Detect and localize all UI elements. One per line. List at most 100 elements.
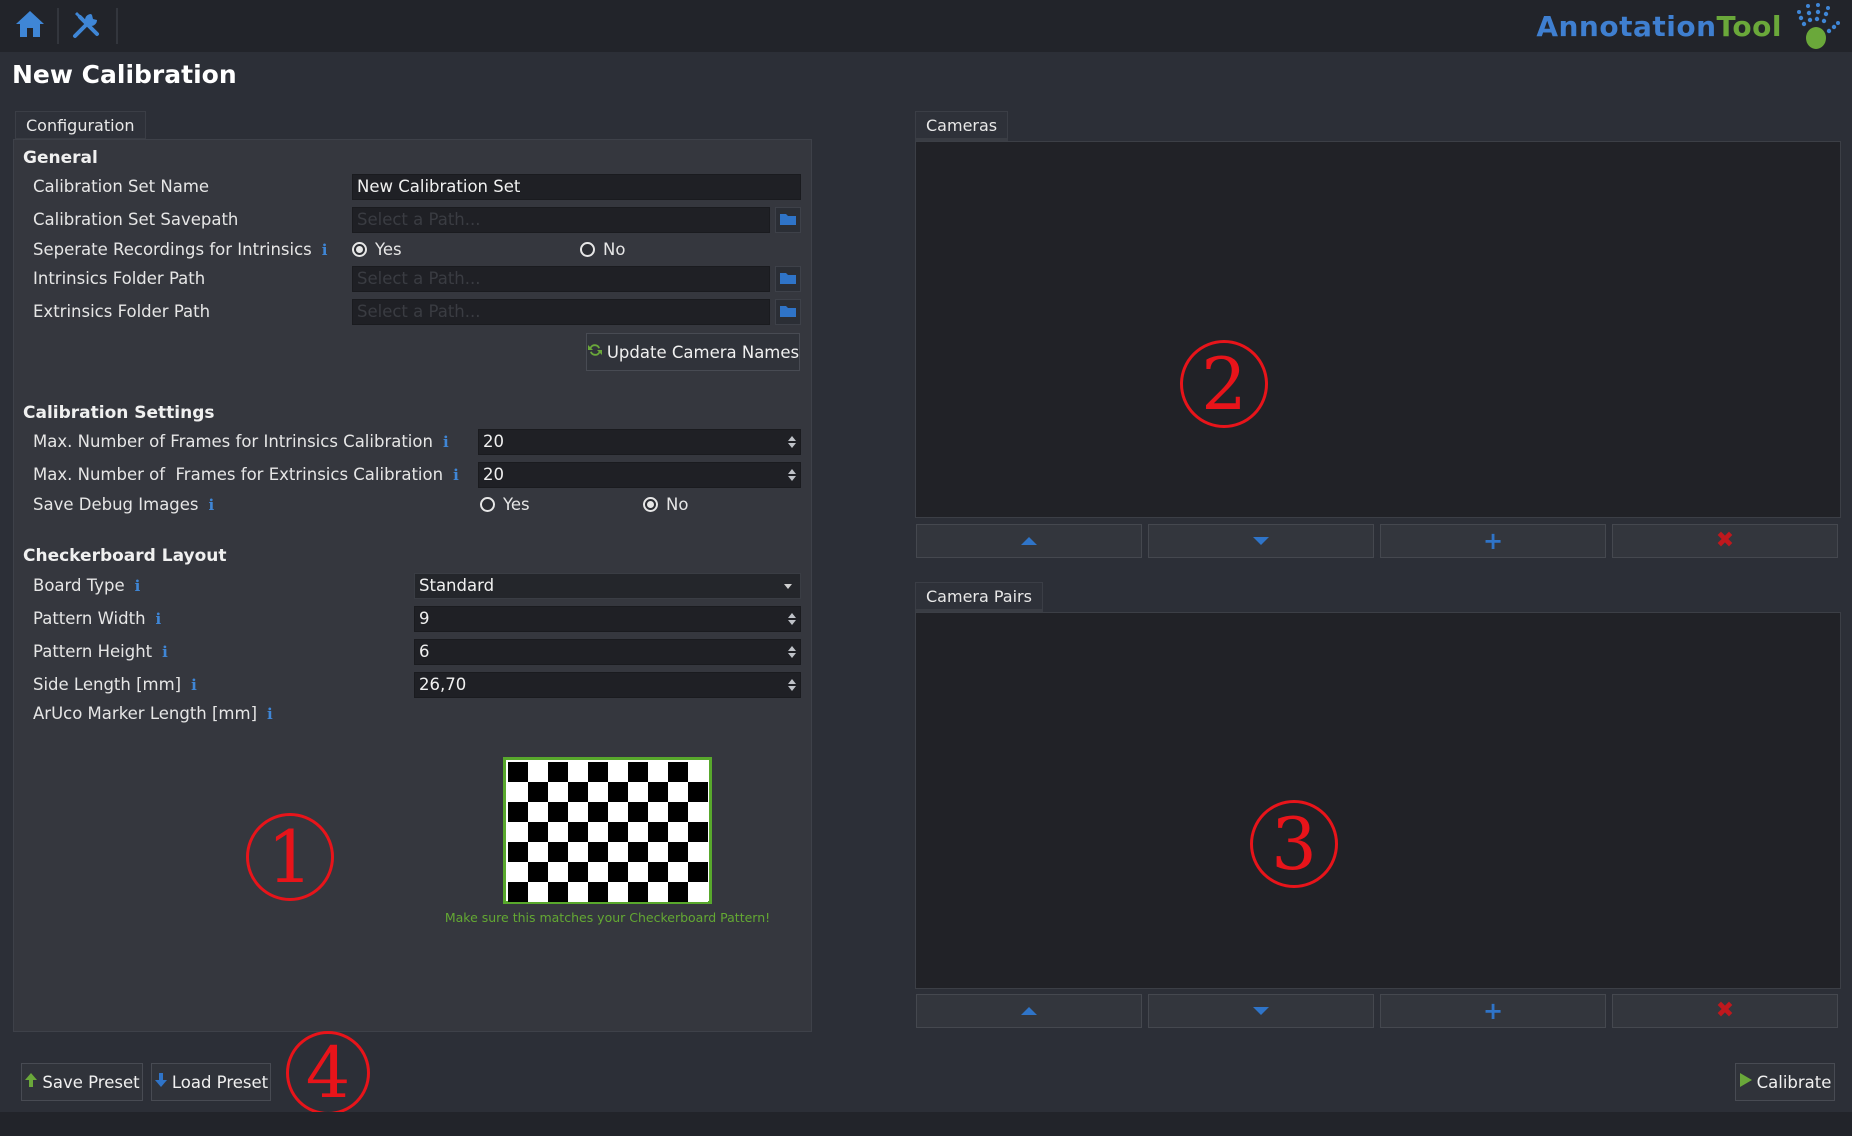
info-icon[interactable]: i [162,643,168,661]
camera-pairs-list-buttons: + ✖ [916,994,1838,1030]
info-icon[interactable]: i [443,433,449,451]
folder-icon [779,211,797,230]
camera-pairs-list[interactable] [915,612,1841,989]
separate-yes-label: Yes [375,240,402,259]
pattern-width-label-text: Pattern Width [33,609,146,628]
checker-square [548,782,568,802]
checker-square [668,842,688,862]
info-icon[interactable]: i [267,705,273,723]
side-length-spinner[interactable] [785,672,799,698]
checker-square [568,882,588,902]
checker-square [608,882,628,902]
pattern-height-label: Pattern Height i [33,642,168,661]
checker-square [648,762,668,782]
max-extrinsics-spinner[interactable] [785,462,799,488]
checker-square [508,862,528,882]
info-icon[interactable]: i [209,496,215,514]
max-intrinsics-input[interactable]: 20 [478,429,801,455]
cameras-list[interactable] [915,141,1841,518]
info-icon[interactable]: i [156,610,162,628]
pattern-width-spinner[interactable] [785,606,799,632]
tab-configuration[interactable]: Configuration [15,111,146,141]
info-icon[interactable]: i [135,577,141,595]
load-preset-label: Load Preset [171,1072,269,1092]
checker-square [588,882,608,902]
board-type-select[interactable]: Standard [414,573,801,599]
checker-square [608,862,628,882]
pattern-width-input[interactable]: 9 [414,606,801,632]
pairs-remove-button[interactable]: ✖ [1612,994,1838,1028]
toolbar-separator [116,8,118,44]
tab-cameras[interactable]: Cameras [915,111,1009,141]
annotation-marker-1: 1 [246,813,334,901]
info-icon[interactable]: i [191,676,197,694]
calibration-set-savepath-label: Calibration Set Savepath [33,210,239,229]
cameras-remove-button[interactable]: ✖ [1612,524,1838,558]
plus-icon: + [1482,997,1504,1025]
info-icon[interactable]: i [453,466,459,484]
pattern-height-input[interactable]: 6 [414,639,801,665]
tab-camera-pairs[interactable]: Camera Pairs [915,582,1043,612]
page-title: New Calibration [12,60,237,89]
max-extrinsics-input[interactable]: 20 [478,462,801,488]
pairs-move-up-button[interactable] [916,994,1142,1028]
extrinsics-folder-input[interactable]: Select a Path... [352,299,770,325]
cameras-add-button[interactable]: + [1380,524,1606,558]
side-length-label-text: Side Length [mm] [33,675,182,694]
save-preset-button[interactable]: Save Preset [21,1063,143,1101]
delete-icon: ✖ [1715,998,1735,1023]
hand-logo-icon [1790,2,1842,56]
checkerboard-preview [503,757,712,904]
tools-button[interactable] [64,6,110,46]
max-extrinsics-label: Max. Number of Frames for Extrinsics Cal… [33,465,459,484]
calibration-set-name-input[interactable]: New Calibration Set [352,174,801,200]
debug-no-radio[interactable]: No [643,495,688,514]
checker-square [628,802,648,822]
home-button[interactable] [7,6,53,46]
checker-square [548,842,568,862]
checker-square [588,782,608,802]
max-intrinsics-label: Max. Number of Frames for Intrinsics Cal… [33,432,449,451]
checker-square [588,802,608,822]
checker-square [688,842,708,862]
intrinsics-folder-input[interactable]: Select a Path... [352,266,770,292]
side-length-input[interactable]: 26,70 [414,672,801,698]
calibrate-button[interactable]: Calibrate [1735,1063,1835,1101]
pattern-height-label-text: Pattern Height [33,642,153,661]
checker-square [648,842,668,862]
checker-square [528,762,548,782]
chevron-down-icon [784,584,792,589]
checker-square [688,862,708,882]
load-preset-button[interactable]: Load Preset [151,1063,271,1101]
debug-yes-radio[interactable]: Yes [480,495,530,514]
board-type-label: Board Type i [33,576,140,595]
update-camera-names-button[interactable]: Update Camera Names [586,333,800,371]
checker-square [608,782,628,802]
checker-square [548,762,568,782]
separate-no-radio[interactable]: No [580,240,625,259]
cameras-move-down-button[interactable] [1148,524,1374,558]
checker-square [548,882,568,902]
calibration-set-savepath-input[interactable]: Select a Path... [352,207,770,233]
extrinsics-browse-button[interactable] [775,299,801,325]
arrow-down-icon [1253,1007,1269,1015]
top-toolbar: AnnotationTool [0,0,1852,52]
radio-indicator [352,242,367,257]
intrinsics-browse-button[interactable] [775,266,801,292]
pattern-height-spinner[interactable] [785,639,799,665]
tools-icon [71,8,103,44]
checker-square [668,882,688,902]
checkerboard-layout-heading: Checkerboard Layout [23,546,227,566]
pairs-add-button[interactable]: + [1380,994,1606,1028]
checker-square [528,822,548,842]
pairs-move-down-button[interactable] [1148,994,1374,1028]
cameras-move-up-button[interactable] [916,524,1142,558]
separate-yes-radio[interactable]: Yes [352,240,402,259]
info-icon[interactable]: i [322,241,328,259]
max-intrinsics-spinner[interactable] [785,429,799,455]
arrow-up-icon [1021,537,1037,545]
play-icon [1739,1072,1753,1092]
savepath-browse-button[interactable] [775,207,801,233]
checker-square [508,882,528,902]
annotation-marker-2: 2 [1180,340,1268,428]
